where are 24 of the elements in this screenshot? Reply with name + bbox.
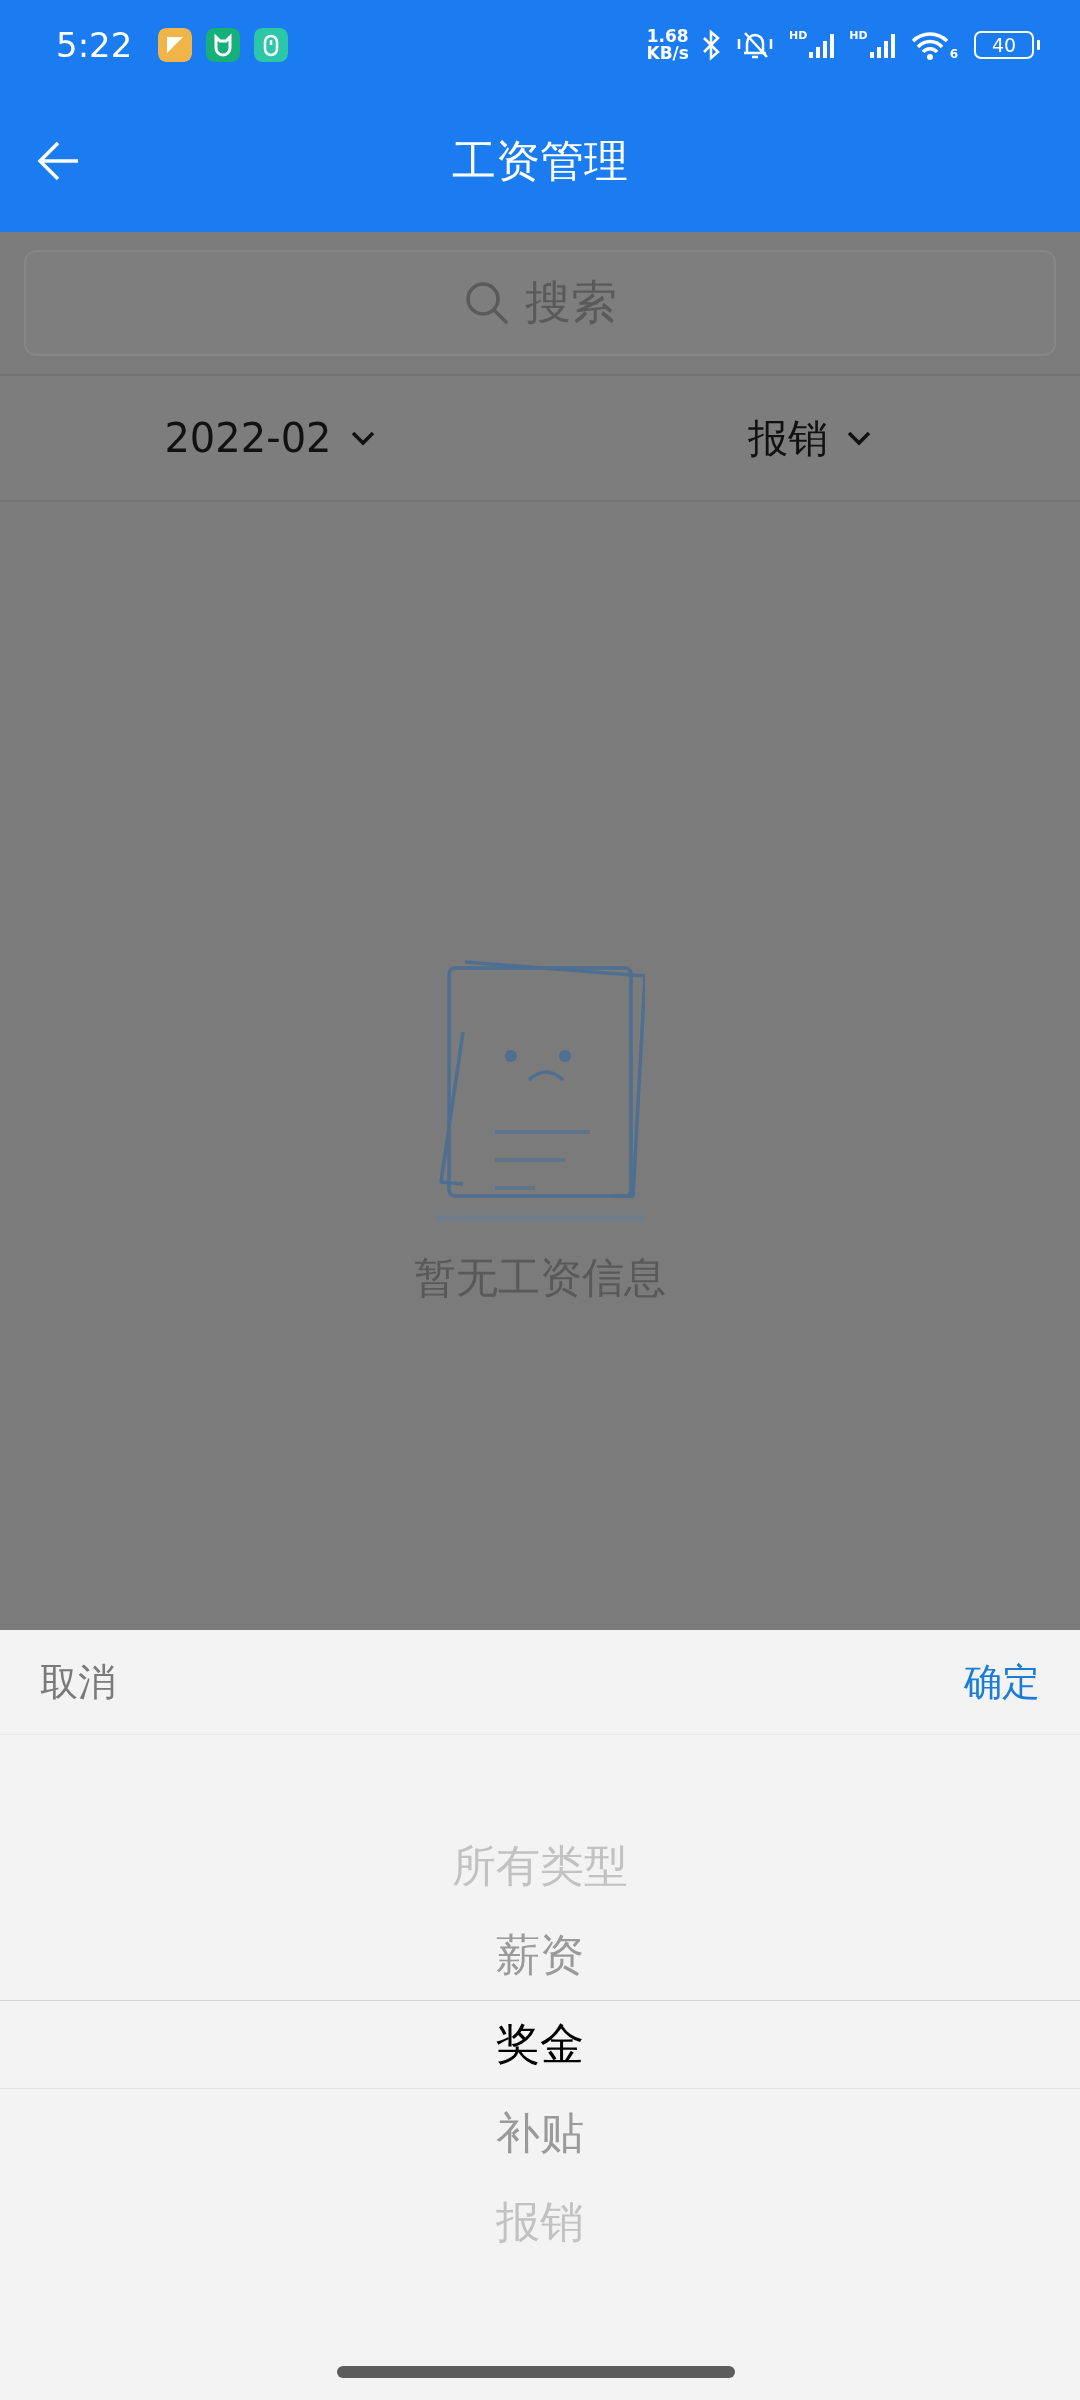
filter-dropdown[interactable]: 2022-02 (164, 415, 376, 461)
wifi-label: 6 (949, 48, 958, 60)
mouse-app-icon (254, 28, 289, 62)
picker-option[interactable]: 奖金 (0, 2000, 1080, 2089)
confirm-button[interactable]: 确定 (964, 1656, 1040, 1708)
chevron-down-icon (349, 430, 376, 446)
back-icon[interactable] (36, 139, 80, 183)
page-title: 工资管理 (452, 133, 628, 188)
picker-option[interactable]: 薪资 (0, 1911, 1080, 2000)
notes-app-icon (158, 28, 193, 62)
wifi-icon (909, 30, 950, 60)
picker-option[interactable]: 补贴 (0, 2089, 1080, 2178)
hd-label: HD (849, 30, 868, 41)
status-time: 5:22 (56, 25, 133, 65)
net-speed-unit: KB/s (646, 45, 689, 62)
net-speed-value: 1.68 (646, 28, 689, 45)
battery-icon: 40 (974, 31, 1034, 59)
cancel-button[interactable]: 取消 (40, 1656, 116, 1708)
search-icon (463, 279, 511, 327)
cat-app-icon (206, 28, 241, 62)
bluetooth-icon (700, 29, 721, 61)
chevron-down-icon (846, 430, 872, 446)
hd-label: HD (788, 30, 808, 41)
filter-dropdown[interactable]: 报销 (748, 410, 872, 466)
